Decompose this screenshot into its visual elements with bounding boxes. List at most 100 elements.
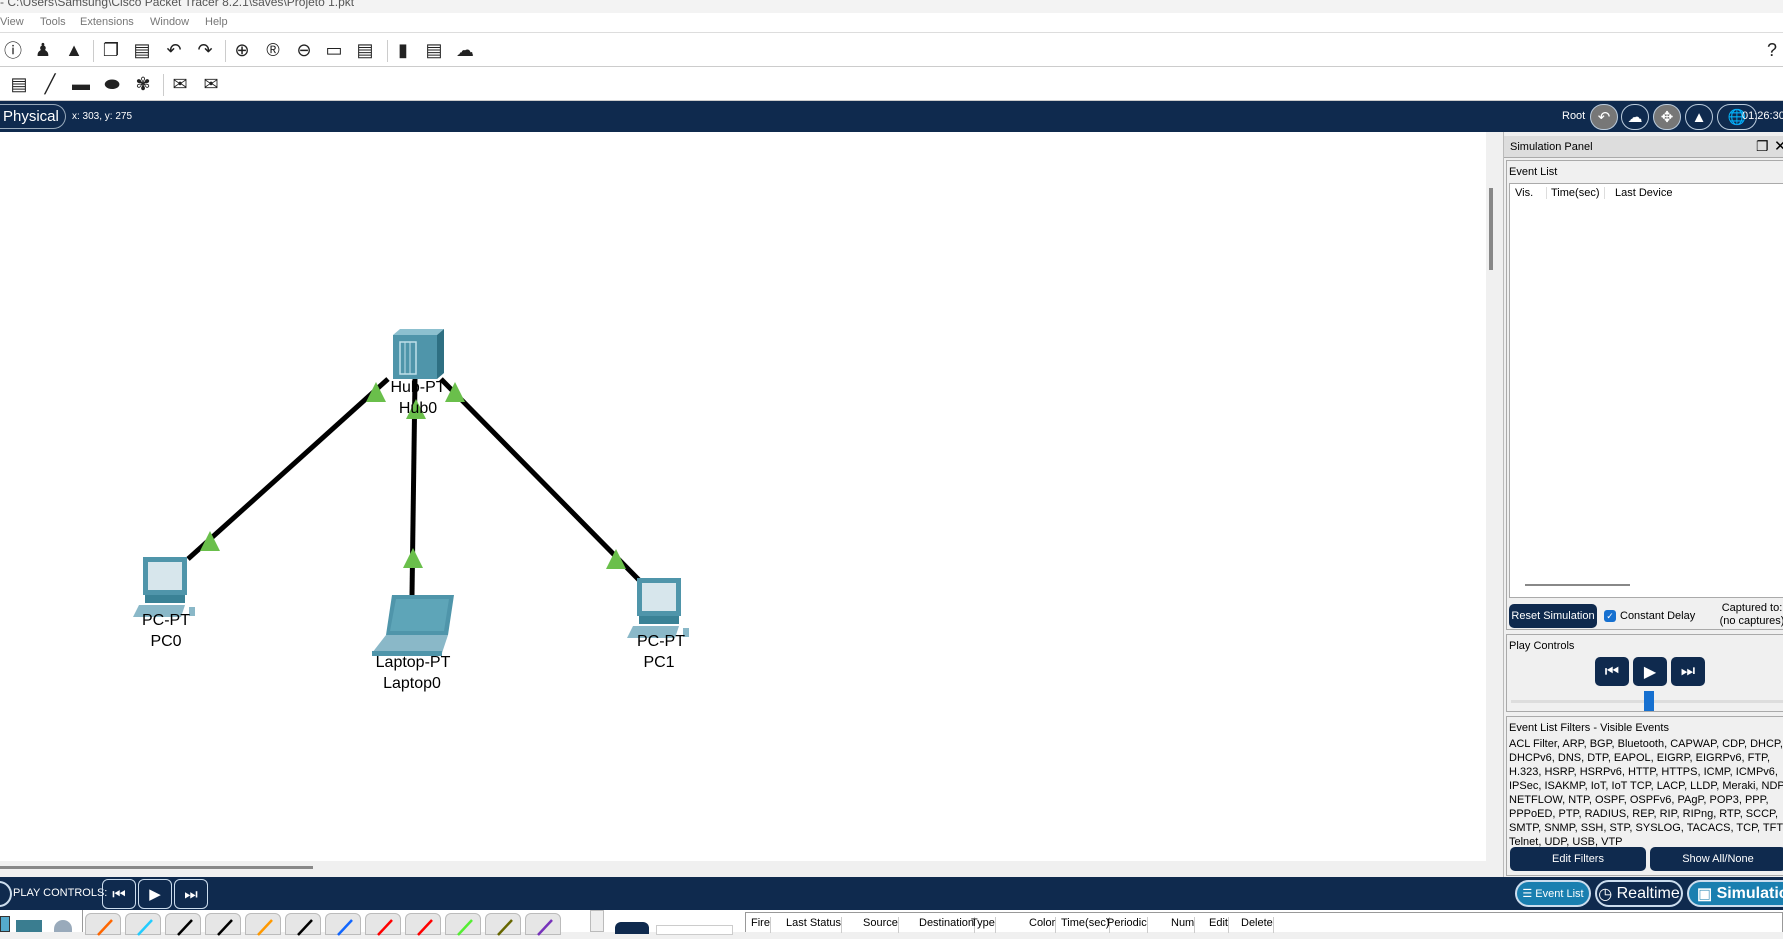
pdu-column-header[interactable]: Last Status	[781, 917, 843, 933]
menu-view[interactable]: View	[0, 16, 24, 28]
forward-button[interactable]: ⏭	[174, 879, 208, 909]
column-header[interactable]: Time(sec)	[1551, 187, 1605, 199]
pdu-column-header[interactable]: Source	[858, 917, 899, 933]
back-icon[interactable]: ↶	[1590, 104, 1618, 130]
help-icon[interactable]: ?	[1760, 38, 1783, 62]
device-model-label: Hub-PT	[390, 379, 446, 396]
logical-workspace[interactable]: Hub-PT Hub0 PC-PT PC0 Laptop-PT Laptop0 …	[0, 132, 1486, 861]
horizontal-scrollbar[interactable]	[0, 866, 313, 869]
zoom-reset-icon[interactable]: ®	[261, 38, 285, 62]
menu-extensions[interactable]: Extensions	[80, 16, 134, 28]
activity-wizard-icon[interactable]: ▲	[62, 38, 86, 62]
info-icon[interactable]: ⓘ	[1, 38, 25, 62]
new-cluster-icon[interactable]: ☁	[1621, 104, 1649, 130]
palette-icon[interactable]: ▭	[322, 38, 346, 62]
panel-title: Simulation Panel	[1510, 141, 1593, 153]
list-scrollbar[interactable]	[1525, 584, 1630, 586]
simple-pdu-icon[interactable]: ✉	[168, 72, 192, 96]
bottom-toolbar: PLAY CONTROLS: ⏮ ▶ ⏭ ☰ Event List ◷ Real…	[0, 877, 1783, 910]
scenario-select[interactable]	[656, 925, 733, 935]
ellipse-icon[interactable]: ⬬	[100, 72, 124, 96]
line-icon[interactable]: ╱	[38, 72, 62, 96]
undo-icon[interactable]: ↶	[162, 38, 186, 62]
link-hub0-pc1[interactable]	[439, 377, 641, 582]
custom-device-icon[interactable]: ▤	[353, 38, 377, 62]
device-category-icon[interactable]	[0, 916, 10, 932]
device-category-icon[interactable]	[54, 920, 72, 932]
realtime-label: Realtime	[1616, 884, 1680, 902]
filters-title: Event List Filters - Visible Events	[1509, 722, 1669, 734]
topology-svg	[133, 329, 689, 656]
time-icon[interactable]	[0, 881, 12, 907]
device-name-label: PC0	[150, 633, 182, 650]
hub-icon[interactable]	[393, 329, 444, 379]
pdu-column-header[interactable]: Fire	[746, 917, 771, 933]
panel-header: Simulation Panel ❐ ✕	[1504, 136, 1783, 158]
clock-icon: ◷	[1598, 885, 1617, 903]
freeform-icon[interactable]: ✾	[131, 72, 155, 96]
complex-pdu-icon[interactable]: ✉	[199, 72, 223, 96]
step-forward-button[interactable]: ⏭	[1671, 657, 1705, 686]
back-button[interactable]: ⏮	[102, 879, 136, 909]
move-object-icon[interactable]: ✥	[1653, 104, 1681, 130]
laptop-icon[interactable]	[372, 595, 454, 656]
vertical-scrollbar[interactable]	[1489, 188, 1493, 270]
device-model-label: Laptop-PT	[375, 654, 451, 671]
filters-list: ACL Filter, ARP, BGP, Bluetooth, CAPWAP,…	[1509, 738, 1783, 848]
device-name-label: PC1	[643, 654, 675, 671]
event-list-toggle[interactable]: ☰ Event List	[1515, 880, 1591, 907]
edit-filters-button[interactable]: Edit Filters	[1510, 847, 1646, 871]
pdu-column-header[interactable]: Num	[1166, 917, 1196, 933]
column-header[interactable]: Last Device	[1615, 187, 1672, 199]
menu-tools[interactable]: Tools	[40, 16, 66, 28]
pdu-column-header[interactable]: Type	[966, 917, 996, 933]
copy-icon[interactable]: ❐	[99, 38, 123, 62]
speed-slider-handle[interactable]	[1644, 691, 1654, 711]
pc-icon[interactable]	[133, 557, 195, 617]
device-category-icon[interactable]	[16, 920, 42, 932]
play-button[interactable]: ▶	[1633, 657, 1667, 686]
pdu-column-header[interactable]: Periodic	[1102, 917, 1148, 933]
palette-scrollbar[interactable]	[590, 910, 604, 932]
pdu-column-header[interactable]: Delete	[1236, 917, 1274, 933]
note-icon[interactable]: ▤	[7, 72, 31, 96]
link-hub0-pc0[interactable]	[186, 377, 390, 561]
device-template-icon[interactable]: ▮	[391, 38, 415, 62]
menu-window[interactable]: Window	[150, 16, 189, 28]
cursor-coordinates: x: 303, y: 275	[72, 111, 133, 122]
menu-help[interactable]: Help	[205, 16, 228, 28]
menu-bar: View Tools Extensions Window Help	[0, 13, 1783, 33]
rectangle-icon[interactable]: ▬	[69, 72, 93, 96]
column-header[interactable]: Vis.	[1515, 187, 1547, 199]
event-list-label: Event List	[1509, 166, 1558, 178]
capture-status: (no captures)	[1719, 615, 1783, 627]
zoom-in-icon[interactable]: ⊕	[230, 38, 254, 62]
viewport-icon[interactable]: ▤	[422, 38, 446, 62]
drawing-toolbar: ▤ ╱ ▬ ⬬ ✾ ✉ ✉	[0, 67, 1783, 101]
pc-icon[interactable]	[627, 578, 689, 638]
step-back-button[interactable]: ⏮	[1595, 657, 1629, 686]
reset-simulation-button[interactable]: Reset Simulation	[1509, 604, 1597, 628]
event-list-table[interactable]: Vis. Time(sec) Last Device	[1509, 183, 1783, 598]
cloud-window-icon[interactable]: ☁	[453, 38, 477, 62]
event-filters-section: Event List Filters - Visible Events ACL …	[1506, 716, 1783, 876]
pdu-column-header[interactable]: Color	[1024, 917, 1057, 933]
simulation-mode-tab[interactable]: ▣ Simulation	[1687, 880, 1783, 907]
constant-delay-checkbox[interactable]: ✓	[1604, 610, 1616, 622]
close-icon[interactable]: ✕	[1774, 137, 1783, 155]
scenario-icon[interactable]	[615, 922, 649, 934]
realtime-mode-tab[interactable]: ◷ Realtime	[1595, 880, 1683, 907]
set-background-icon[interactable]: ▲	[1685, 104, 1713, 130]
redo-icon[interactable]: ↷	[193, 38, 217, 62]
root-label: Root	[1562, 110, 1586, 122]
paste-icon[interactable]: ▤	[130, 38, 154, 62]
device-name-label: Laptop0	[383, 675, 441, 692]
network-info-icon[interactable]: ♟	[31, 38, 55, 62]
pdu-column-header[interactable]: Edit	[1204, 917, 1229, 933]
show-all-none-button[interactable]: Show All/None	[1650, 847, 1783, 871]
pdu-list-table[interactable]: Fire Last Status Source Destination Type Colo…	[745, 912, 1783, 933]
zoom-out-icon[interactable]: ⊖	[292, 38, 316, 62]
play-button[interactable]: ▶	[138, 879, 172, 909]
physical-tab[interactable]: Physical	[0, 104, 66, 129]
undock-icon[interactable]: ❐	[1756, 138, 1769, 155]
